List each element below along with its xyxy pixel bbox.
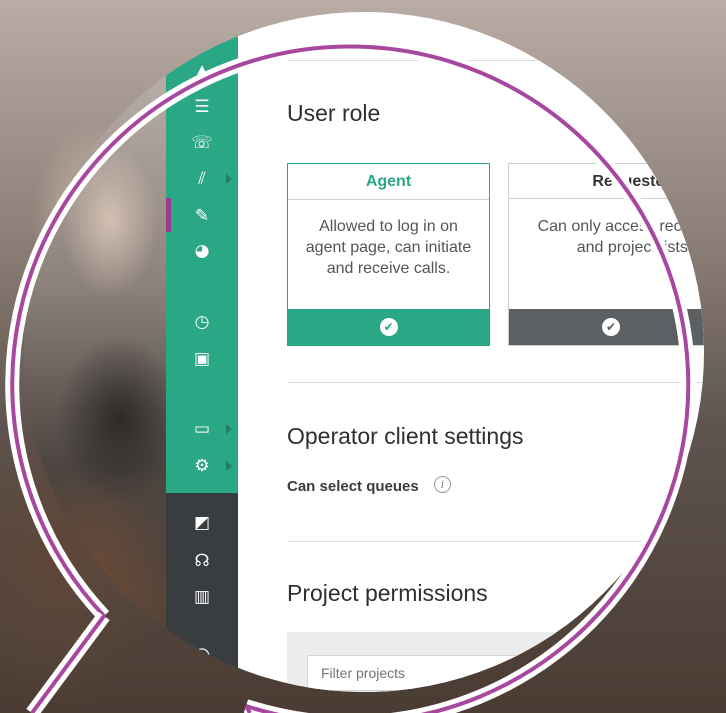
screenshot-stage: ▲ ☰ ☏ ⫽ ✎ ◕ ◷ ▣ ▭ ⚙ ◩ ☊ ▥ ☺ User role Agent Allowed … (0, 0, 726, 713)
callout-ring (5, 39, 696, 713)
